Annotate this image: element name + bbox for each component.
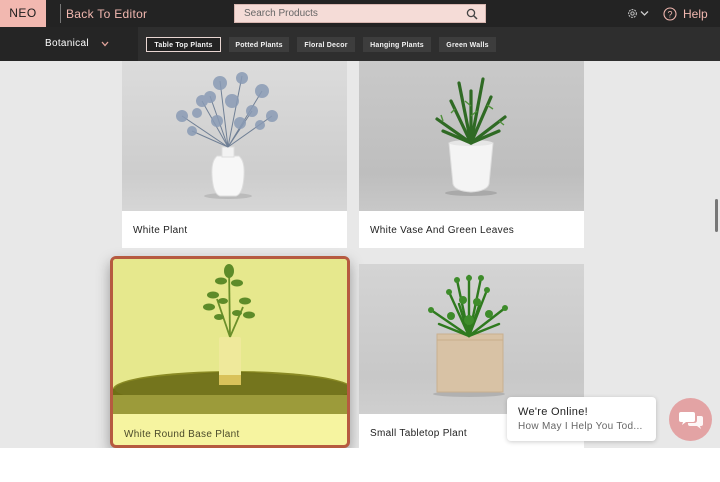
product-name: White Plant bbox=[133, 225, 188, 236]
tab-green-walls[interactable]: Green Walls bbox=[439, 37, 496, 52]
product-name: Small Tabletop Plant bbox=[370, 428, 467, 439]
tab-table-top-plants[interactable]: Table Top Plants bbox=[146, 37, 221, 52]
product-image bbox=[359, 61, 584, 211]
top-bar: NEO Back To Editor ? Help bbox=[0, 0, 720, 27]
product-image bbox=[359, 264, 584, 414]
category-dropdown-label: Botanical bbox=[45, 38, 89, 49]
product-name: White Round Base Plant bbox=[124, 429, 240, 440]
tab-hanging-plants[interactable]: Hanging Plants bbox=[363, 37, 431, 52]
logo[interactable]: NEO bbox=[0, 0, 46, 27]
product-card-white-vase-green-leaves[interactable]: White Vase And Green Leaves bbox=[359, 61, 584, 248]
chat-icon bbox=[679, 412, 703, 429]
svg-text:?: ? bbox=[667, 9, 672, 19]
product-name: White Vase And Green Leaves bbox=[370, 225, 515, 236]
search-icon[interactable] bbox=[466, 8, 478, 20]
search-box bbox=[234, 4, 486, 23]
chat-greeting-bubble[interactable]: We're Online! How May I Help You Tod... bbox=[507, 397, 656, 441]
scrollbar-thumb[interactable] bbox=[715, 199, 718, 232]
chevron-down-icon[interactable] bbox=[640, 10, 649, 17]
tab-floral-decor[interactable]: Floral Decor bbox=[297, 37, 355, 52]
product-image bbox=[113, 259, 347, 414]
search-input[interactable] bbox=[235, 5, 457, 22]
header-divider bbox=[60, 4, 61, 23]
chat-title: We're Online! bbox=[518, 406, 588, 418]
back-to-editor-link[interactable]: Back To Editor bbox=[66, 0, 147, 27]
category-bar: Botanical Table Top Plants Potted Plants… bbox=[0, 27, 720, 61]
page-footer-area bbox=[0, 448, 720, 482]
product-card-white-round-base-plant[interactable]: White Round Base Plant bbox=[110, 256, 350, 448]
chat-button[interactable] bbox=[669, 398, 712, 441]
tab-potted-plants[interactable]: Potted Plants bbox=[229, 37, 289, 52]
help-icon[interactable]: ? bbox=[663, 7, 677, 21]
category-dropdown[interactable]: Botanical bbox=[0, 27, 138, 61]
product-card-white-plant[interactable]: White Plant bbox=[122, 61, 347, 248]
chevron-down-icon bbox=[101, 41, 109, 47]
chat-subtitle: How May I Help You Tod... bbox=[518, 421, 643, 432]
gear-icon[interactable] bbox=[626, 7, 639, 20]
help-link[interactable]: Help bbox=[683, 0, 708, 28]
product-image bbox=[122, 61, 347, 211]
